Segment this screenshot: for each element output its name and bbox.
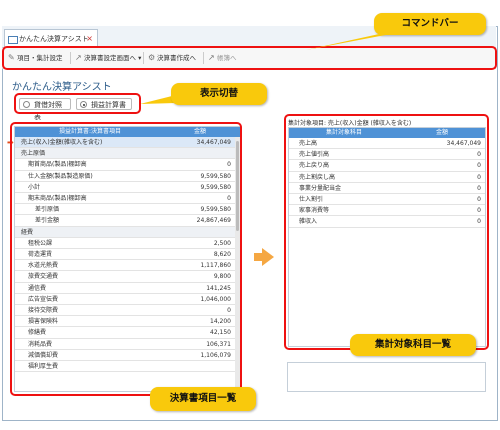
callout-statement-list: 決算書項目一覧 [150,387,256,411]
flow-arrow-icon [262,248,274,266]
callout-display-switch: 表示切替 [171,83,267,105]
callout-pointer-command [306,33,396,50]
statement-list-highlight [10,122,242,396]
callout-aggregate-list: 集計対象科目一覧 [350,334,476,356]
view-switch-highlight [14,93,141,114]
aggregate-list-highlight [284,114,489,350]
detail-box [287,362,486,392]
page-title: かんたん決算アシスト [12,82,112,93]
